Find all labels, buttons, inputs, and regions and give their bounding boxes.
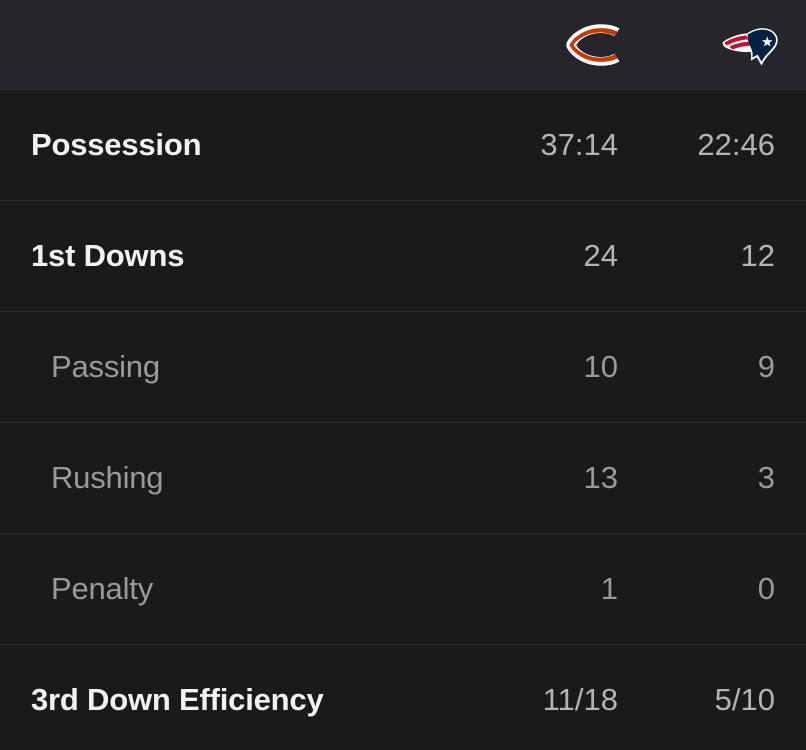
stat-label: Penalty (51, 571, 153, 606)
table-row[interactable]: 1st Downs 24 12 (0, 201, 806, 312)
team-logo-home[interactable] (546, 0, 642, 90)
stat-value-away: 3 (757, 460, 775, 495)
stats-table: Possession 37:14 22:46 1st Downs 24 12 P… (0, 90, 806, 750)
stat-value-away: 5/10 (714, 682, 775, 717)
stat-value-home: 11/18 (542, 682, 618, 717)
bears-logo-icon (566, 24, 620, 66)
stat-label: 1st Downs (31, 238, 185, 273)
stat-value-away: 0 (757, 571, 775, 606)
game-stats-screen: Possession 37:14 22:46 1st Downs 24 12 P… (0, 0, 806, 750)
stat-label: Possession (31, 127, 202, 162)
stat-label: Rushing (51, 460, 164, 495)
patriots-logo-icon (722, 28, 778, 66)
stat-value-home: 13 (583, 460, 618, 495)
table-row[interactable]: Penalty 1 0 (0, 534, 806, 645)
stat-value-home: 24 (583, 238, 618, 273)
stat-label: 3rd Down Efficiency (31, 682, 324, 717)
stats-header (0, 0, 806, 90)
stat-value-home: 1 (600, 571, 618, 606)
table-row[interactable]: Possession 37:14 22:46 (0, 90, 806, 201)
table-row[interactable]: 3rd Down Efficiency 11/18 5/10 (0, 645, 806, 750)
stat-value-away: 9 (757, 349, 775, 384)
stat-label: Passing (51, 349, 160, 384)
stat-value-away: 22:46 (697, 127, 775, 162)
stat-value-home: 37:14 (540, 127, 618, 162)
stat-value-away: 12 (740, 238, 775, 273)
team-logo-away[interactable] (702, 0, 798, 90)
table-row[interactable]: Rushing 13 3 (0, 423, 806, 534)
table-row[interactable]: Passing 10 9 (0, 312, 806, 423)
stat-value-home: 10 (583, 349, 618, 384)
